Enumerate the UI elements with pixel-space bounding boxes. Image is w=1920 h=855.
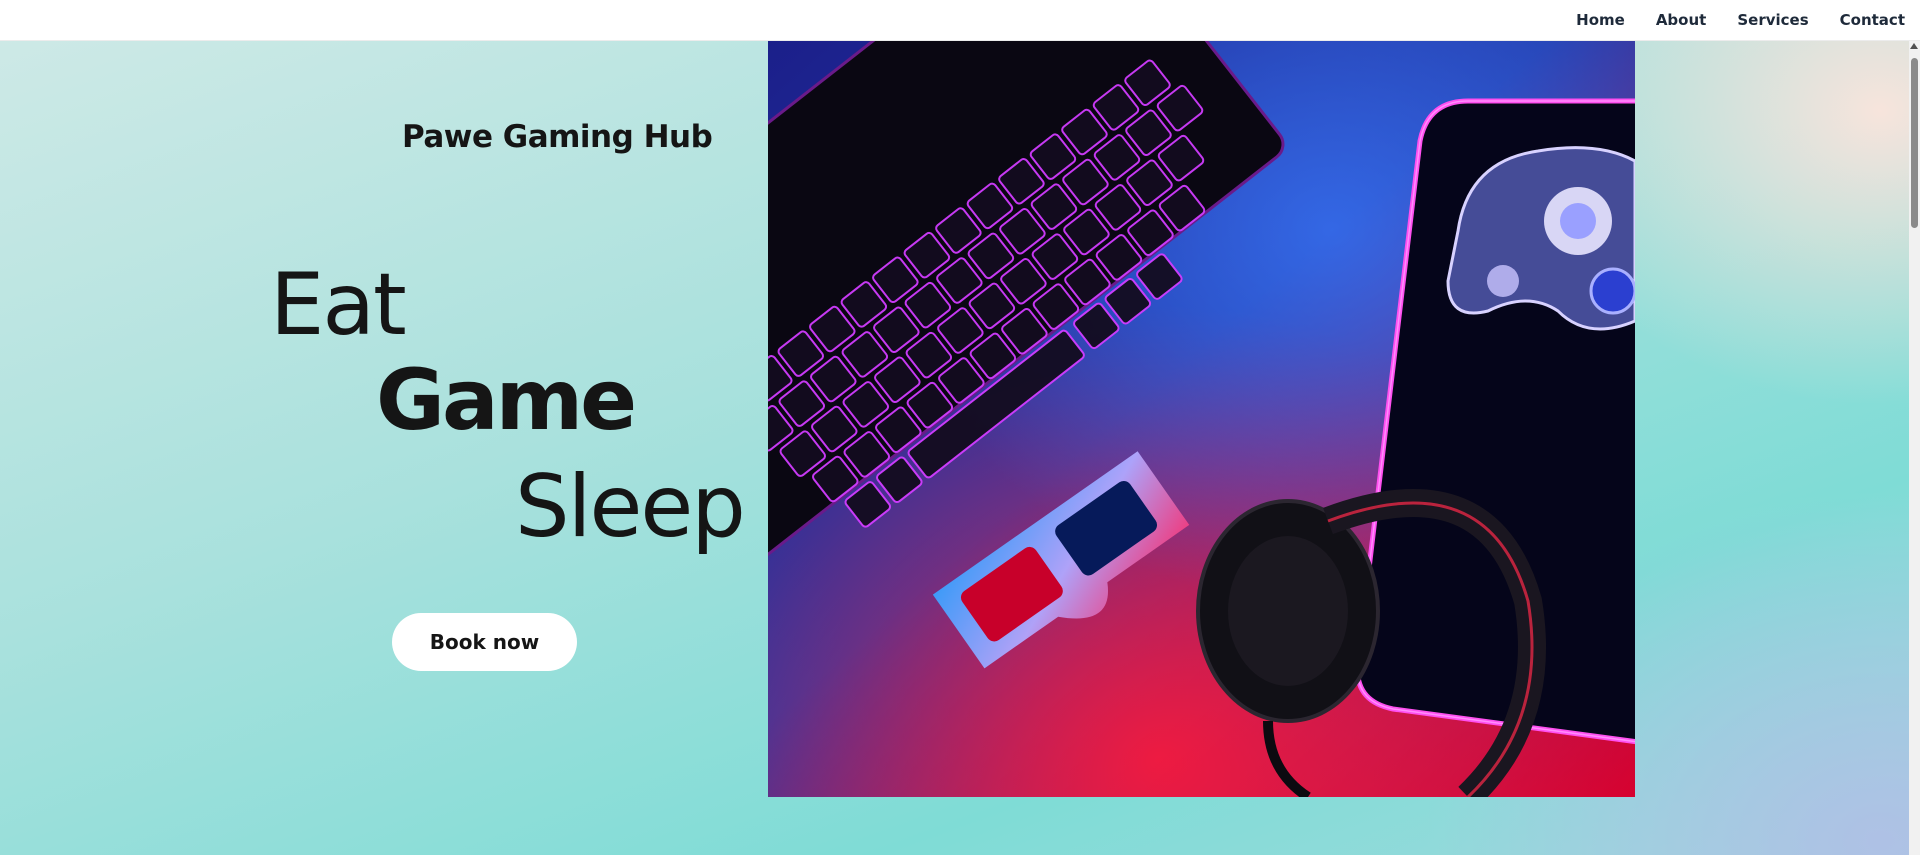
nav-about-link[interactable]: About (1656, 11, 1707, 29)
tagline-sleep: Sleep (515, 457, 746, 557)
tagline-game: Game (376, 351, 637, 449)
book-now-button[interactable]: Book now (392, 613, 577, 671)
tagline-eat: Eat (270, 255, 407, 355)
nav-services-link[interactable]: Services (1737, 11, 1808, 29)
scroll-thumb[interactable] (1911, 58, 1918, 228)
nav-contact-link[interactable]: Contact (1840, 11, 1905, 29)
site-brand-title: Pawe Gaming Hub (402, 119, 713, 155)
scroll-up-arrow-icon[interactable] (1910, 43, 1918, 49)
hero-gaming-image (768, 41, 1635, 797)
nav-home-link[interactable]: Home (1576, 11, 1625, 29)
gaming-setup-illustration (768, 41, 1635, 797)
top-navigation: Home About Services Contact (0, 0, 1920, 41)
page-scrollbar[interactable] (1909, 41, 1920, 855)
